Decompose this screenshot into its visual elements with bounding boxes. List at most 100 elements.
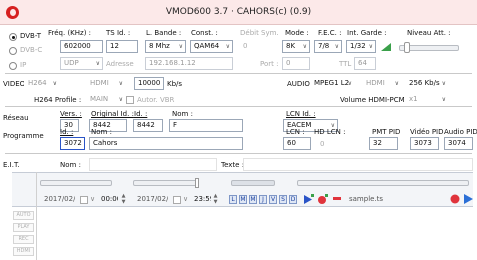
ip-radio[interactable] [9,62,17,70]
eit-text-input[interactable] [243,158,473,171]
eit-name-input[interactable] [89,158,217,171]
netname-input[interactable]: F [169,119,243,132]
chevron-down-icon: ∨ [334,43,339,50]
divider [5,106,472,107]
mode-select[interactable]: 8K ∨ [282,40,310,53]
play-icon[interactable] [463,194,473,204]
pmt-input[interactable]: 32 [369,137,398,150]
day-button-fri[interactable]: V [269,195,277,204]
profile-select[interactable]: MAIN ∨ [86,93,126,106]
audio-label: AUDIO [287,80,310,88]
fec-select[interactable]: 7/8 ∨ [314,40,342,53]
video-bitrate-input[interactable]: 10000 [134,77,164,90]
rec-button[interactable]: REC [13,235,34,244]
chevron-down-icon: ∨ [118,96,123,103]
day-button-sat[interactable]: S [279,195,287,204]
hdmi-button[interactable]: HDMI [13,247,34,256]
eit-name-label: Nom : [60,161,81,169]
eit-text-label: Texte : [221,161,245,169]
address-input[interactable]: 192.168.1.12 [145,57,233,70]
end-time[interactable]: 23:59 [190,193,212,206]
chevron-down-icon: ∨ [441,80,446,87]
chevron-down-icon: ∨ [441,96,446,103]
fec-value: 7/8 [318,42,330,50]
audio-codec-select[interactable]: MPEG1 L2 ∨ [310,77,355,90]
add-file-icon[interactable] [303,194,315,205]
volume-value: x1 [409,95,418,103]
day-button-mon[interactable]: L [229,195,237,204]
port-label: Port : [260,60,279,68]
chevron-down-icon: ∨ [394,80,399,87]
guard-select[interactable]: 1/32 ∨ [346,40,376,53]
apid-input[interactable]: 3074 [444,137,473,150]
constellation-select[interactable]: QAM64 ∨ [190,40,233,53]
start-date[interactable]: 2017/02/23 [40,193,76,206]
record-add-icon[interactable] [317,194,329,205]
video-source-select[interactable]: HDMI ∨ [86,77,126,90]
profile-value: MAIN [90,95,109,103]
end-time-spinner[interactable]: ▲ ▼ [213,193,218,205]
att-label: Niveau Att. : [407,29,451,37]
apid-label: Audio PID [444,128,477,136]
end-date-checkbox[interactable] [173,196,181,204]
progname-input[interactable]: Cahors [89,137,243,150]
ttl-label: TTL [339,60,352,68]
pmt-label: PMT PID [372,128,401,136]
bandwidth-select[interactable]: 8 Mhz ∨ [145,40,186,53]
day-slider[interactable] [231,180,275,186]
ttl-input[interactable]: 64 [354,57,376,70]
bw-label: L. Bande : [146,29,182,37]
record-icon[interactable] [450,194,460,204]
volume-label: Volume HDMI-PCM : [340,96,410,104]
start-slider[interactable] [40,180,112,186]
netname-label: Nom : [172,110,193,118]
end-slider-handle[interactable] [195,178,199,188]
dvbt-radio[interactable] [9,33,17,41]
auto-button[interactable]: AUTO [13,211,34,220]
day-button-tue[interactable]: M [239,195,247,204]
tsid-input[interactable]: 12 [106,40,138,53]
netid-input[interactable]: 8442 [133,119,163,132]
start-time[interactable]: 00:00 [97,193,119,206]
day-button-wed[interactable]: M [249,195,257,204]
audio-bitrate-value: 256 Kb/s [409,79,440,87]
volume-select[interactable]: x1 ∨ [405,93,449,106]
attenuation-handle[interactable] [404,42,410,53]
title-bar: VMOD600 3.7 · CAHORS(c) (0.9) [0,0,477,25]
remove-icon[interactable] [333,197,341,201]
lcn-input[interactable]: 60 [283,137,311,150]
vers-label: Vers. : [60,110,82,118]
vpid-input[interactable]: 3073 [410,137,439,150]
video-codec-select[interactable]: H264 ∨ [24,77,60,90]
ip-label: IP [20,61,27,69]
guard-label: Int. Garde : [347,29,387,37]
chevron-down-icon: ∨ [95,60,100,67]
end-slider[interactable] [133,180,199,186]
audio-source-select[interactable]: HDMI ∨ [362,77,402,90]
freq-input[interactable]: 602000 [60,40,103,53]
chevron-down-icon: ∨ [347,80,352,87]
start-date-checkbox[interactable] [80,196,88,204]
hdlcn-label: HD LCN : [314,128,346,136]
dvbc-radio[interactable] [9,47,17,55]
audio-bitrate-select[interactable]: 256 Kb/s ∨ [405,77,449,90]
chevron-down-icon: ∨ [368,43,373,50]
play-button[interactable]: PLAY [13,223,34,232]
day-button-thu[interactable]: J [259,195,267,204]
port-input[interactable]: 0 [282,57,310,70]
protocol-select[interactable]: UDP ∨ [60,57,103,70]
progid-input[interactable]: 3072 [60,137,85,150]
file-name[interactable]: sample.ts [345,193,445,206]
autovbr-label: Autor. VBR [137,96,175,104]
chevron-down-icon: ∨ [183,195,189,203]
divider [36,172,37,260]
mode-value: 8K [286,42,296,50]
autovbr-checkbox[interactable] [126,96,134,104]
bw-value: 8 Mhz [149,42,170,50]
file-slider[interactable] [297,180,469,186]
end-date[interactable]: 2017/02/23 [133,193,169,206]
video-label: VIDEO [3,80,26,88]
tsid-label: TS Id. : [106,29,131,37]
day-button-sun[interactable]: D [289,195,297,204]
start-time-spinner[interactable]: ▲ ▼ [121,193,126,205]
